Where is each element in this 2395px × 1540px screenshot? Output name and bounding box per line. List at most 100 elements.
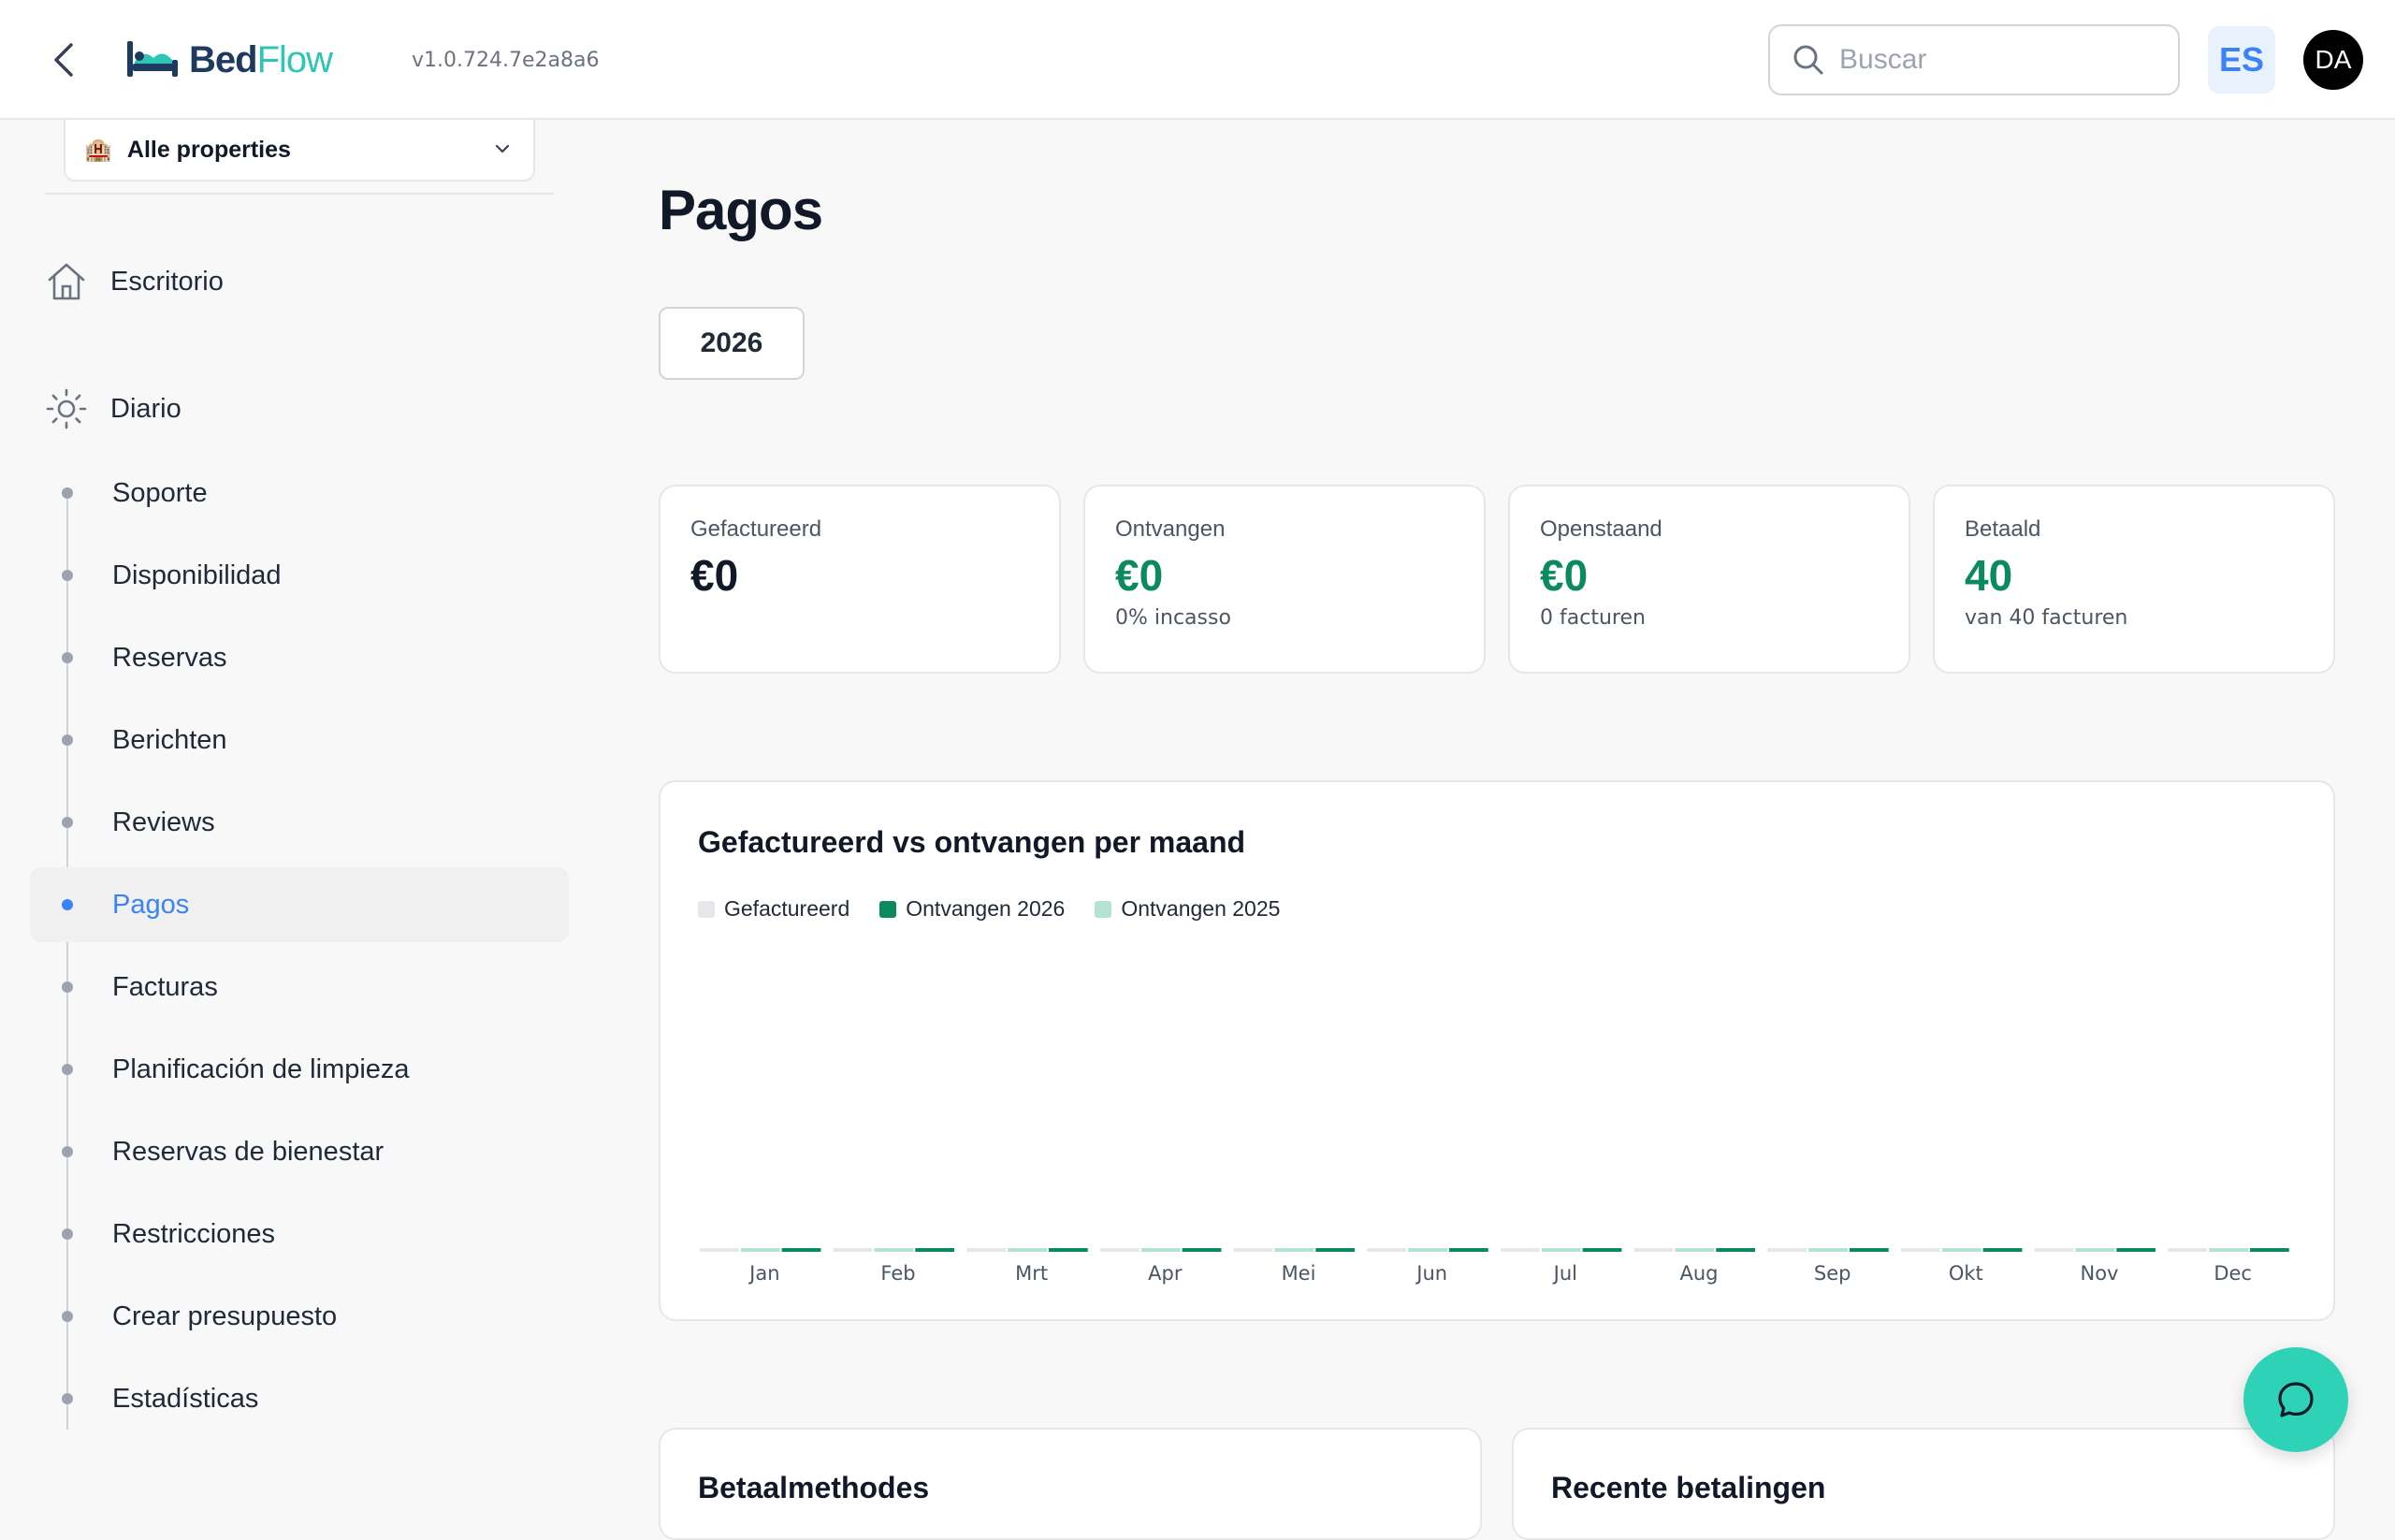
- stat-value: 40: [1965, 551, 2013, 600]
- sidebar-item-crear-presupuesto[interactable]: Crear presupuesto: [45, 1279, 569, 1354]
- bullet-icon: [62, 570, 73, 581]
- sidebar: 🏨 Alle properties Escritorio Diario Sopo…: [0, 120, 580, 1497]
- stat-sub: 0 facturen: [1540, 606, 1646, 630]
- bar-gefactureerd-feb: [833, 1248, 873, 1252]
- bullet-icon: [62, 899, 73, 910]
- language-switcher[interactable]: ES: [2208, 26, 2275, 94]
- bar-ontvangen-2025-okt: [1941, 1248, 1981, 1252]
- bullet-icon: [62, 1228, 73, 1240]
- bullet-icon: [62, 487, 73, 499]
- hotel-icon: 🏨: [84, 137, 112, 163]
- sun-icon: [46, 388, 87, 429]
- bar-gefactureerd-sep: [1767, 1248, 1807, 1252]
- stat-value: €0: [1540, 551, 1589, 600]
- bar-gefactureerd-mrt: [966, 1248, 1007, 1252]
- bar-gefactureerd-jun: [1367, 1248, 1407, 1252]
- x-tick-label: Dec: [2214, 1262, 2252, 1285]
- sidebar-item-reservas-bienestar[interactable]: Reservas de bienestar: [45, 1114, 569, 1189]
- stat-value: €0: [1115, 551, 1164, 600]
- sidebar-divider: [45, 193, 554, 195]
- bar-ontvangen-2026-apr: [1182, 1248, 1222, 1252]
- page-title: Pagos: [659, 179, 823, 241]
- bar-ontvangen-2025-dec: [2209, 1248, 2248, 1252]
- chat-bubble-icon: [2278, 1382, 2314, 1417]
- card-title: Betaalmethodes: [698, 1471, 930, 1504]
- bar-ontvangen-2025-sep: [1808, 1248, 1848, 1252]
- bar-gefactureerd-dec: [2168, 1248, 2208, 1252]
- sidebar-item-label: Diario: [110, 393, 181, 424]
- sidebar-item-soporte[interactable]: Soporte: [45, 456, 569, 530]
- stat-label: Openstaand: [1540, 516, 1662, 542]
- bar-ontvangen-2026-dec: [2249, 1248, 2289, 1252]
- x-tick-label: Mrt: [1015, 1262, 1048, 1285]
- bullet-icon: [62, 1393, 73, 1404]
- sidebar-item-pagos[interactable]: Pagos: [30, 867, 569, 942]
- sidebar-item-planificacion-limpieza[interactable]: Planificación de limpieza: [45, 1032, 569, 1107]
- sidebar-item-estadisticas[interactable]: Estadísticas: [45, 1361, 569, 1436]
- bar-ontvangen-2025-nov: [2075, 1248, 2115, 1252]
- bar-ontvangen-2026-jun: [1448, 1248, 1488, 1252]
- logo-wordmark: BedFlow: [189, 38, 333, 80]
- bar-ontvangen-2026-okt: [1982, 1248, 2023, 1252]
- back-button[interactable]: [45, 37, 82, 82]
- bar-ontvangen-2025-jul: [1541, 1248, 1581, 1252]
- x-tick-label: Jun: [1415, 1262, 1447, 1285]
- stat-card-paid: Betaald 40 van 40 facturen: [1933, 485, 2335, 674]
- card-title: Recente betalingen: [1551, 1471, 1826, 1504]
- bullet-icon: [62, 734, 73, 746]
- sidebar-item-diario[interactable]: Diario: [45, 387, 181, 430]
- bar-gefactureerd-apr: [1100, 1248, 1139, 1252]
- bar-ontvangen-2026-jan: [781, 1248, 821, 1252]
- bullet-icon: [62, 1311, 73, 1322]
- sidebar-item-reviews[interactable]: Reviews: [45, 785, 569, 860]
- bar-ontvangen-2025-feb: [874, 1248, 914, 1252]
- x-tick-label: Nov: [2081, 1262, 2119, 1285]
- sidebar-item-escritorio[interactable]: Escritorio: [45, 260, 224, 303]
- search-box[interactable]: [1768, 24, 2180, 95]
- user-avatar[interactable]: DA: [2303, 30, 2363, 90]
- chat-button[interactable]: [2243, 1347, 2348, 1452]
- app-logo[interactable]: BedFlow: [125, 34, 333, 86]
- payment-methods-card: Betaalmethodes: [659, 1428, 1482, 1540]
- bar-ontvangen-2025-aug: [1675, 1248, 1715, 1252]
- bar-ontvangen-2026-feb: [915, 1248, 955, 1252]
- bar-ontvangen-2026-nov: [2116, 1248, 2156, 1252]
- recent-payments-card: Recente betalingen: [1512, 1428, 2335, 1540]
- chevron-down-icon: [495, 144, 510, 153]
- sidebar-item-restricciones[interactable]: Restricciones: [45, 1197, 569, 1271]
- bar-gefactureerd-okt: [1901, 1248, 1940, 1252]
- x-tick-label: Apr: [1148, 1262, 1183, 1285]
- monthly-chart-card: Gefactureerd vs ontvangen per maand Gefa…: [659, 780, 2335, 1321]
- bar-ontvangen-2025-mrt: [1008, 1248, 1047, 1252]
- stat-card-received: Ontvangen €0 0% incasso: [1083, 485, 1486, 674]
- bullet-icon: [62, 1146, 73, 1157]
- stat-label: Gefactureerd: [690, 516, 822, 542]
- sidebar-item-facturas[interactable]: Facturas: [45, 950, 569, 1024]
- sidebar-item-berichten[interactable]: Berichten: [45, 703, 569, 777]
- sidebar-item-reservas[interactable]: Reservas: [45, 620, 569, 695]
- stat-sub: van 40 facturen: [1965, 606, 2128, 630]
- x-tick-label: Mei: [1282, 1262, 1316, 1285]
- bar-gefactureerd-aug: [1633, 1248, 1674, 1252]
- bar-ontvangen-2026-sep: [1849, 1248, 1889, 1252]
- bar-ontvangen-2025-jun: [1408, 1248, 1447, 1252]
- property-selector[interactable]: 🏨 Alle properties: [64, 120, 535, 182]
- stat-card-outstanding: Openstaand €0 0 facturen: [1508, 485, 1910, 674]
- bar-gefactureerd-mei: [1233, 1248, 1273, 1252]
- x-tick-label: Jan: [748, 1262, 779, 1285]
- sidebar-item-disponibilidad[interactable]: Disponibilidad: [45, 538, 569, 613]
- bullet-icon: [62, 817, 73, 828]
- year-selector-button[interactable]: 2026: [659, 307, 805, 380]
- search-input[interactable]: [1839, 44, 2157, 76]
- x-tick-label: Feb: [880, 1262, 915, 1285]
- home-icon: [48, 263, 85, 300]
- bar-gefactureerd-jul: [1501, 1248, 1540, 1252]
- stat-value: €0: [690, 551, 739, 600]
- bed-icon: [127, 41, 178, 77]
- chevron-left-icon: [54, 43, 73, 77]
- bar-ontvangen-2026-jul: [1582, 1248, 1622, 1252]
- bar-ontvangen-2025-jan: [740, 1248, 780, 1252]
- bullet-icon: [62, 652, 73, 663]
- app-version: v1.0.724.7e2a8a6: [412, 49, 600, 72]
- stat-card-invoiced: Gefactureerd €0: [659, 485, 1061, 674]
